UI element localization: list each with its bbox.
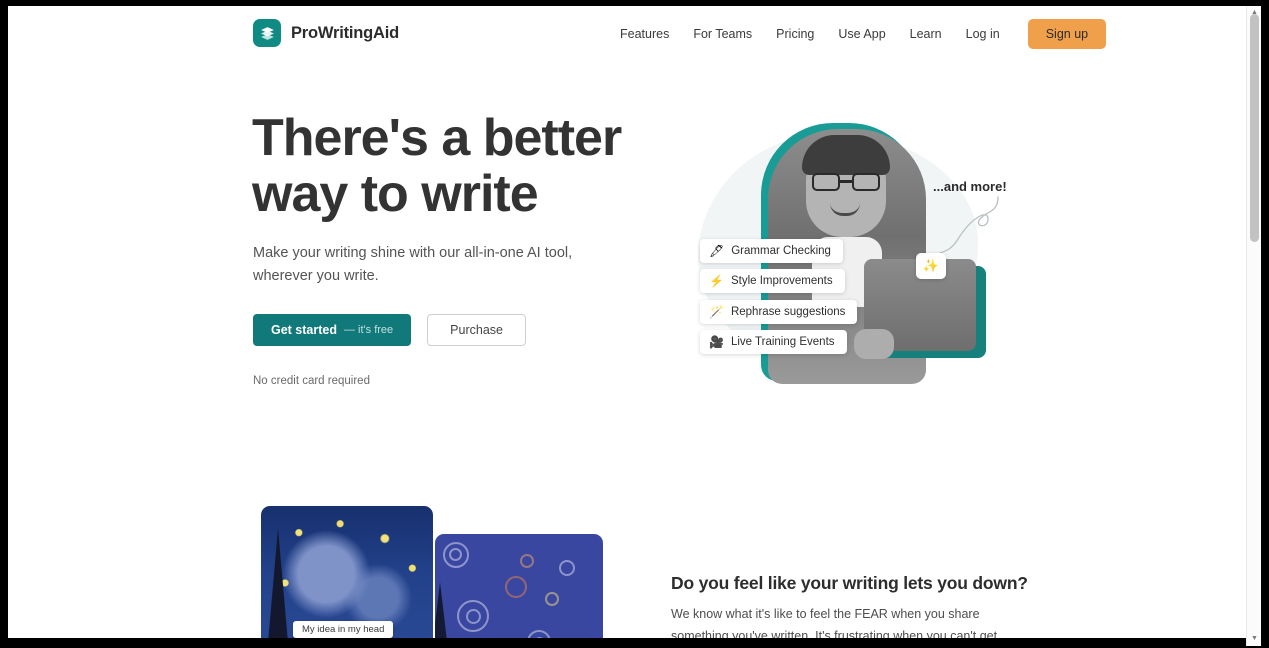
sign-up-button[interactable]: Sign up bbox=[1027, 19, 1107, 49]
feature-pill-label: Style Improvements bbox=[730, 275, 833, 287]
glasses-icon bbox=[812, 173, 880, 191]
cypress-silhouette bbox=[435, 582, 449, 646]
get-started-button[interactable]: Get started — it's free bbox=[253, 314, 412, 346]
section-heading: Do you feel like your writing lets you d… bbox=[671, 573, 1028, 593]
hero-actions: Get started — it's free Purchase bbox=[253, 314, 526, 346]
get-started-sublabel: — it's free bbox=[344, 324, 394, 336]
hero-subtitle: Make your writing shine with our all-in-… bbox=[253, 245, 573, 285]
feather-pen-icon: 🖋 bbox=[709, 244, 725, 258]
scroll-down-arrow-icon[interactable]: ▼ bbox=[1247, 632, 1261, 646]
sparkles-icon: ✨ bbox=[916, 253, 946, 279]
nav-link-learn[interactable]: Learn bbox=[898, 27, 954, 41]
nav-link-pricing[interactable]: Pricing bbox=[764, 27, 826, 41]
page-content: ProWritingAid Features For Teams Pricing… bbox=[8, 6, 1253, 646]
nav-link-log-in[interactable]: Log in bbox=[954, 27, 1012, 41]
cypress-silhouette bbox=[267, 528, 289, 646]
no-credit-card-note: No credit card required bbox=[253, 375, 370, 387]
feature-pill-style-improvements: ⚡ Style Improvements bbox=[700, 269, 845, 293]
lightning-bolt-icon: ⚡ bbox=[709, 274, 724, 288]
feature-pill-grammar-checking: 🖋 Grammar Checking bbox=[700, 239, 843, 263]
purchase-button[interactable]: Purchase bbox=[427, 314, 526, 346]
browser-viewport: ProWritingAid Features For Teams Pricing… bbox=[8, 6, 1261, 646]
brand-logo[interactable]: ProWritingAid bbox=[253, 19, 399, 47]
feature-pill-label: Rephrase suggestions bbox=[730, 306, 846, 318]
nav-link-features[interactable]: Features bbox=[608, 27, 681, 41]
hair-shape bbox=[802, 135, 890, 175]
hero-illustration: 🖋 Grammar Checking ⚡ Style Improvements … bbox=[668, 111, 1018, 396]
art-card-label: My idea in my head bbox=[293, 621, 394, 638]
curly-arrow-icon bbox=[939, 196, 999, 254]
page-title: There's a better way to write bbox=[252, 109, 622, 224]
viewport-bottom-edge bbox=[8, 638, 1253, 646]
scrollbar-thumb[interactable] bbox=[1250, 14, 1259, 242]
blue-art-card bbox=[435, 534, 603, 646]
stacked-pages-icon bbox=[253, 19, 281, 47]
vertical-scrollbar[interactable]: ▲ ▼ bbox=[1246, 6, 1261, 646]
main-navigation: Features For Teams Pricing Use App Learn… bbox=[608, 6, 1107, 62]
feature-pill-rephrase-suggestions: 🪄 Rephrase suggestions bbox=[700, 300, 858, 324]
feature-pill-label: Grammar Checking bbox=[731, 245, 831, 257]
magic-wand-icon: 🪄 bbox=[709, 305, 724, 319]
nav-link-use-app[interactable]: Use App bbox=[826, 27, 897, 41]
site-header: ProWritingAid Features For Teams Pricing… bbox=[8, 6, 1253, 62]
film-camera-icon: 🎥 bbox=[709, 335, 724, 349]
starry-night-art-card: My idea in my head bbox=[261, 506, 433, 646]
brand-name: ProWritingAid bbox=[291, 23, 400, 42]
feature-pill-label: Live Training Events bbox=[730, 336, 835, 348]
hand-shape bbox=[854, 329, 894, 359]
feature-pill-live-training-events: 🎥 Live Training Events bbox=[700, 330, 847, 354]
and-more-annotation: ...and more! bbox=[933, 179, 1007, 194]
nav-link-for-teams[interactable]: For Teams bbox=[681, 27, 764, 41]
get-started-label: Get started bbox=[271, 323, 337, 337]
